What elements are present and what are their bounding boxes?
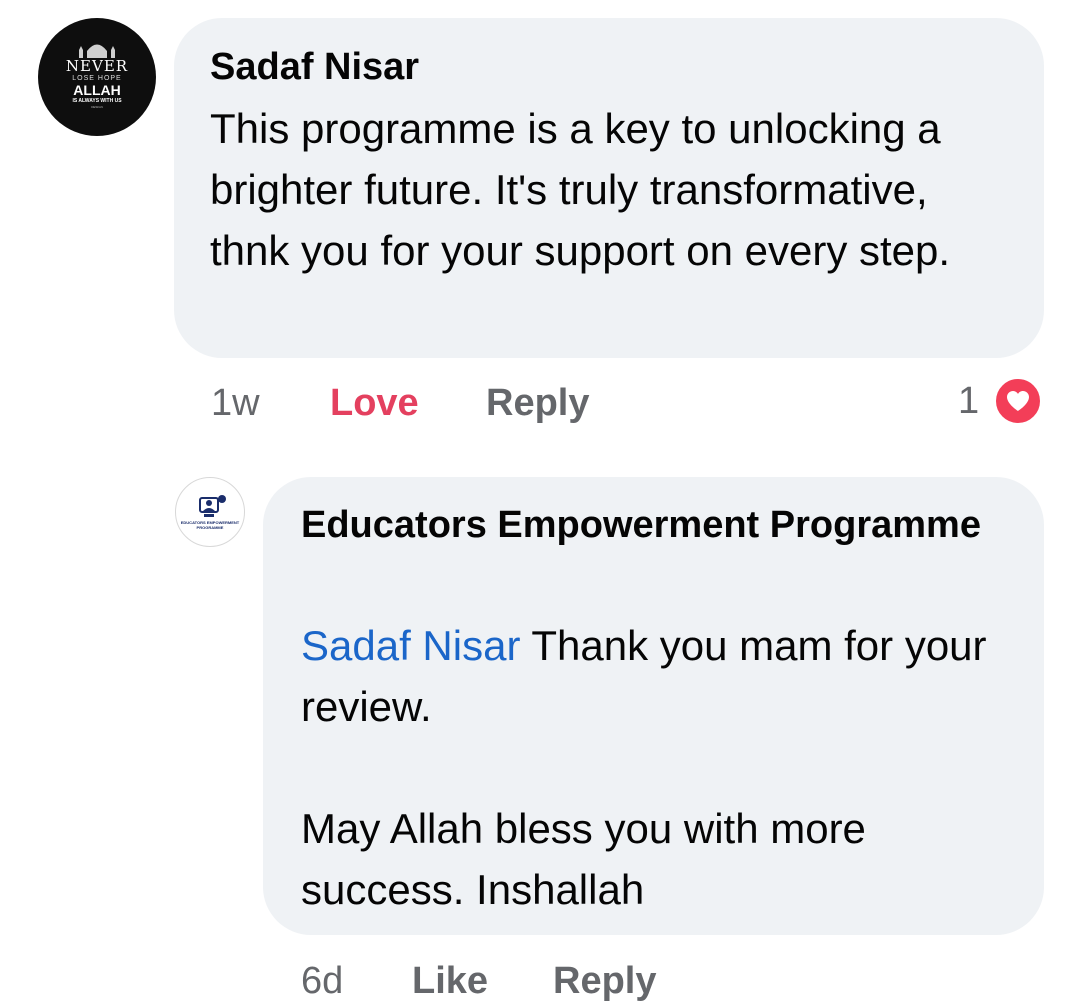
mention-link[interactable]: Sadaf Nisar	[301, 622, 520, 669]
avatar-text-always: IS ALWAYS WITH US	[72, 97, 122, 104]
reaction-badge[interactable]	[993, 376, 1043, 426]
reaction-count[interactable]: 1	[958, 378, 979, 424]
teacher-logo-icon	[199, 495, 226, 517]
avatar-text-never: NEVER	[65, 56, 129, 75]
page-avatar[interactable]: EDUCATORS EMPOWERMENT PROGRAMME	[175, 477, 245, 547]
heart-icon	[1007, 391, 1029, 411]
avatar-text-allah: ALLAH	[73, 81, 121, 98]
mosque-icon	[79, 44, 115, 58]
like-button[interactable]: Like	[412, 958, 488, 1004]
love-reaction-button[interactable]: Love	[330, 380, 419, 426]
comment-author-name[interactable]: Sadaf Nisar	[210, 38, 419, 96]
reply-author-name[interactable]: Educators Empowerment Programme	[301, 496, 1001, 554]
logo-caption: EDUCATORS EMPOWERMENT PROGRAMME	[180, 520, 240, 530]
reply-text: Sadaf Nisar Thank you mam for your revie…	[301, 615, 1021, 920]
comment-text: This programme is a key to unlocking a b…	[210, 105, 953, 274]
commenter-avatar[interactable]: NEVER LOSE HOPE ALLAH IS ALWAYS WITH US …	[38, 18, 156, 136]
comment-reply-button[interactable]: Reply	[486, 380, 589, 426]
reply-reply-button[interactable]: Reply	[553, 958, 656, 1004]
reply-timestamp[interactable]: 6d	[301, 958, 343, 1004]
avatar-text-design: DESIGN	[91, 104, 103, 109]
comment-timestamp[interactable]: 1w	[211, 380, 260, 426]
